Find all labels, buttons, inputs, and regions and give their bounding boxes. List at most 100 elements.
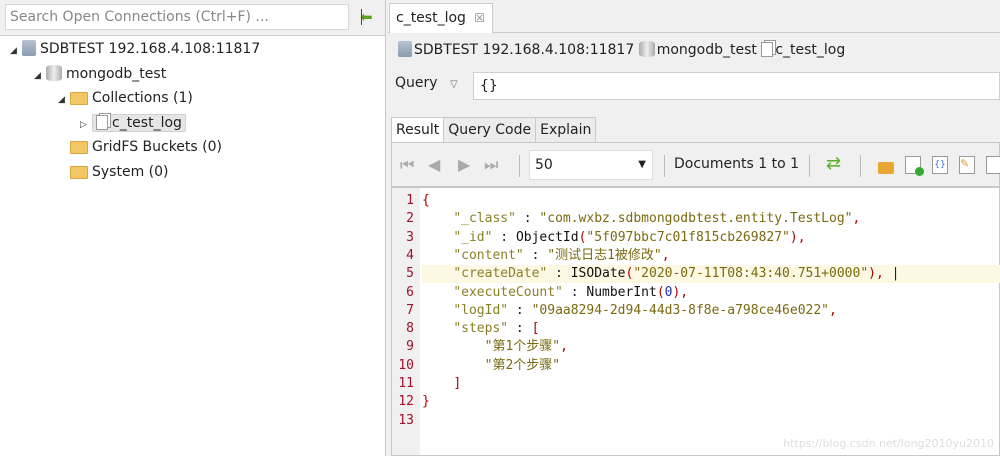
collapsed-triangle-icon[interactable]: ▷ — [80, 114, 92, 136]
code-token: : — [492, 229, 516, 245]
server-icon — [398, 41, 412, 57]
tree-node-gridfs[interactable]: GridFS Buckets (0) — [70, 136, 222, 158]
code-token: , — [829, 302, 837, 318]
code-token: "com.wxbz.sdbmongodbtest.entity.TestLog" — [539, 211, 853, 227]
tab-result[interactable]: Result — [391, 117, 445, 143]
folder-open-icon — [70, 92, 88, 105]
line-number-gutter: 1 2 3 4 5 6 7 8 9 10 11 12 13 — [392, 188, 420, 455]
code-token: | — [883, 266, 900, 282]
code-token: "createDate" — [453, 266, 548, 282]
expanded-triangle-icon[interactable]: ◢ — [10, 40, 22, 62]
code-line: "steps" : [ — [422, 320, 1000, 338]
code-token: "测试日志1被修改" — [547, 247, 662, 263]
code-line: ] — [422, 375, 1000, 393]
code-token: ), — [868, 266, 884, 282]
line-number: 4 — [406, 247, 414, 263]
tree-node-system[interactable]: System (0) — [70, 161, 169, 183]
last-page-icon[interactable]: ⏭ — [484, 155, 498, 175]
separator — [664, 155, 665, 177]
node-label: c_test_log — [112, 115, 182, 131]
line-number: 10 — [398, 357, 414, 373]
result-toolbar: ⏮ ◀ ▶ ⏭ 50 ▼ Documents 1 to 1 ⇄ {} ✎ — [391, 142, 1000, 187]
tree-node-server[interactable]: ◢ SDBTEST 192.168.4.108:11817 — [10, 38, 260, 60]
insert-json-icon[interactable]: {} — [932, 156, 948, 174]
code-token: , — [661, 247, 670, 263]
first-page-icon[interactable]: ⏮ — [400, 155, 414, 175]
refresh-icon[interactable]: ⇄ — [826, 153, 842, 174]
line-number: 7 — [406, 302, 414, 318]
query-input[interactable]: {} — [473, 72, 1000, 100]
code-token: ( — [656, 284, 665, 300]
code-token: "09aa8294-2d94-44d3-8f8e-a798ce46e022" — [531, 302, 830, 318]
code-token: NumberInt — [586, 284, 657, 300]
code-line: "logId" : "09aa8294-2d94-44d3-8f8e-a798c… — [422, 302, 1000, 320]
add-document-icon[interactable] — [905, 156, 924, 176]
tree-node-collections[interactable]: ◢ Collections (1) — [58, 87, 193, 109]
copy-document-icon[interactable] — [986, 156, 1000, 174]
search-connections-input[interactable]: Search Open Connections (Ctrl+F) ... — [5, 4, 349, 30]
code-line: { — [422, 192, 1000, 210]
code-token: "steps" — [453, 321, 509, 337]
close-tab-icon[interactable]: ☒ — [474, 4, 485, 32]
code-token: "content" — [453, 247, 524, 263]
code-token: "logId" — [453, 302, 509, 318]
code-token: [ — [531, 321, 540, 337]
code-line: "_id" : ObjectId("5f097bbc7c01f815cb2698… — [422, 229, 1000, 247]
breadcrumb-database: mongodb_test — [656, 42, 757, 58]
code-token: ISODate — [570, 266, 626, 282]
code-token: , — [560, 339, 568, 355]
json-editor[interactable]: 1 2 3 4 5 6 7 8 9 10 11 12 13 { "_class" : "com.wxbz… — [391, 187, 1000, 456]
tab-query-code[interactable]: Query Code — [443, 117, 537, 143]
code-line: "第1个步骤", — [422, 338, 1000, 356]
collection-icon — [761, 42, 774, 57]
next-page-icon[interactable]: ▶ — [458, 155, 470, 174]
tree-node-collection[interactable]: ▷ c_test_log — [80, 112, 186, 134]
line-number: 5 — [406, 266, 414, 282]
line-number: 8 — [406, 321, 414, 337]
tree-node-database[interactable]: ◢ mongodb_test — [34, 63, 166, 85]
code-token: : — [547, 266, 571, 282]
code-token: : — [508, 302, 532, 318]
separator — [809, 155, 810, 177]
expanded-triangle-icon[interactable]: ◢ — [58, 89, 70, 111]
previous-page-icon[interactable]: ◀ — [428, 155, 440, 174]
node-label: Collections (1) — [92, 90, 193, 106]
server-icon — [22, 40, 36, 56]
connections-panel: Search Open Connections (Ctrl+F) ... ⬅ ◢… — [0, 0, 386, 456]
query-dropdown-icon[interactable]: ▽ — [450, 79, 458, 90]
edit-document-icon[interactable]: ✎ — [959, 156, 975, 174]
code-token: "第2个步骤" — [484, 357, 561, 373]
code-line: "第2个步骤" — [422, 357, 1000, 375]
code-token: ), — [672, 284, 689, 300]
code-token: "2020-07-11T08:43:40.751+0000" — [633, 266, 869, 282]
line-number: 1 — [406, 193, 414, 208]
node-label: GridFS Buckets (0) — [92, 139, 222, 155]
watermark: https://blog.csdn.net/long2010yu2010 — [783, 437, 994, 450]
tab-label: c_test_log — [396, 10, 466, 26]
page-size-value: 50 — [535, 157, 553, 173]
code-line: } — [422, 393, 1000, 411]
documents-count: Documents 1 to 1 — [674, 156, 800, 172]
code-token: : — [515, 211, 540, 227]
result-tabs: Result Query Code Explain — [391, 117, 597, 143]
tab-c-test-log[interactable]: c_test_log ☒ — [389, 3, 493, 33]
tab-explain[interactable]: Explain — [535, 117, 597, 143]
unlock-icon[interactable] — [878, 162, 894, 174]
code-token: : — [562, 284, 587, 300]
expanded-triangle-icon[interactable]: ◢ — [34, 65, 46, 87]
page-size-select[interactable]: 50 ▼ — [529, 150, 653, 180]
breadcrumb-collection: c_test_log — [775, 42, 846, 58]
node-label: System (0) — [92, 164, 169, 180]
code-line: "executeCount" : NumberInt(0), — [422, 284, 1000, 302]
collapse-left-arrow-icon[interactable]: ⬅ — [360, 6, 382, 28]
breadcrumb-server: SDBTEST 192.168.4.108:11817 — [414, 42, 635, 58]
collection-icon — [96, 115, 108, 130]
code-token: : — [523, 247, 548, 263]
